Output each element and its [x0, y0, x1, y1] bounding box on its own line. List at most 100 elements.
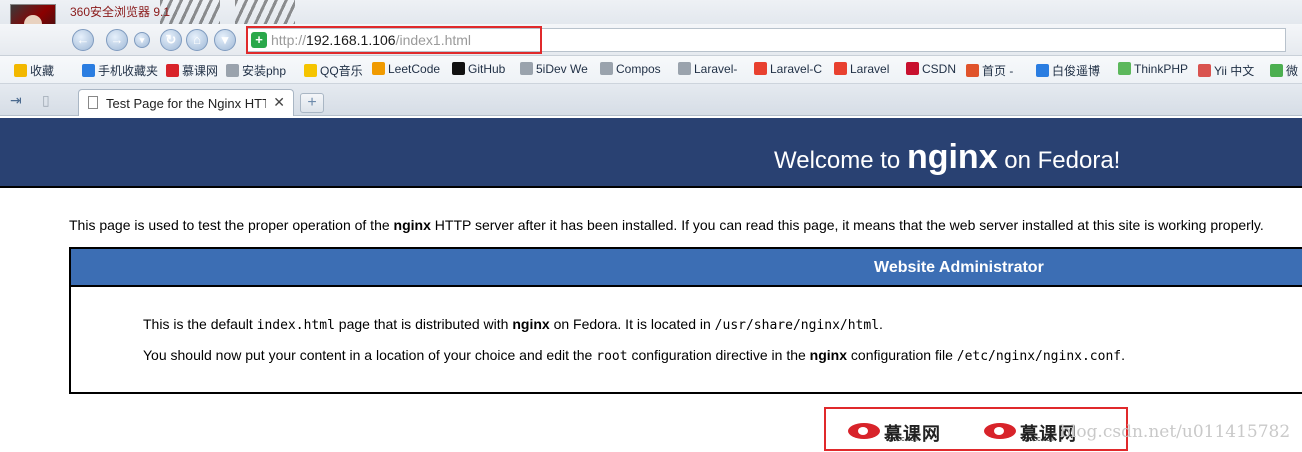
forward-arrow-icon[interactable]: →: [106, 29, 128, 51]
bookmark-icon: [166, 64, 179, 77]
bookmark-item[interactable]: 安装php: [226, 62, 286, 79]
close-icon[interactable]: ✕: [273, 94, 285, 111]
bookmark-icon: [600, 62, 613, 75]
bookmark-label: 微: [1286, 64, 1299, 78]
text: You should now put your content in a loc…: [143, 347, 597, 363]
watermark: blog.csdn.net/u011415782: [1060, 422, 1291, 442]
trash-icon[interactable]: ▯: [42, 92, 50, 109]
bookmark-icon: [1198, 64, 1211, 77]
code-text: /etc/nginx/nginx.conf: [956, 349, 1122, 364]
browser-title-bar: 360安全浏览器 9.1: [0, 0, 1302, 24]
title-prefix: Welcome to: [774, 147, 907, 174]
text: .: [1121, 347, 1126, 363]
admin-box-title: Website Administrator: [874, 259, 1044, 276]
bookmarks-bar: 收藏 手机收藏夹 慕课网 安装php QQ音乐 LeetCode GitHub 5iDev W…: [0, 56, 1302, 84]
bookmark-label: 手机收藏夹: [98, 64, 159, 78]
new-tab-button[interactable]: +: [300, 93, 324, 113]
tab-active[interactable]: Test Page for the Nginx HTTP Server on F…: [78, 89, 294, 116]
bookmark-item[interactable]: ThinkPHP: [1118, 62, 1188, 76]
bookmark-item[interactable]: Laravel-: [678, 62, 737, 76]
admin-paragraph-1: This is the default index.html page that…: [143, 316, 883, 333]
bookmark-item[interactable]: 慕课网: [166, 62, 218, 79]
bookmark-label: CSDN: [922, 62, 957, 76]
tab-bar: ⇥ ▯ Test Page for the Nginx HTTP Server …: [0, 84, 1302, 116]
text: on Fedora. It is located in: [549, 316, 715, 332]
back-arrow-icon[interactable]: ←: [72, 29, 94, 51]
bookmark-item[interactable]: QQ音乐: [304, 62, 363, 79]
intro-paragraph: This page is used to test the proper ope…: [69, 217, 1264, 233]
bookmark-item[interactable]: 收藏: [14, 62, 54, 79]
bookmark-item[interactable]: LeetCode: [372, 62, 440, 76]
code-text: index.html: [256, 318, 335, 333]
page-icon: [88, 96, 98, 109]
imooc-logo-mark: [984, 423, 1016, 439]
bookmark-label: LeetCode: [388, 62, 441, 76]
bookmark-item[interactable]: 首页 -: [966, 62, 1013, 79]
bookmark-label: 收藏: [30, 64, 55, 78]
code-text: root: [596, 349, 628, 364]
bookmark-label: 白俊遥博: [1052, 64, 1101, 78]
title-suffix: on Fedora!: [997, 147, 1121, 174]
bookmark-item[interactable]: Laravel-C: [754, 62, 822, 76]
bookmark-label: 安装php: [242, 64, 287, 78]
bookmark-item[interactable]: Laravel: [834, 62, 889, 76]
bookmark-icon: [226, 64, 239, 77]
code-text: /usr/share/nginx/html: [714, 318, 880, 333]
bookmark-icon: [834, 62, 847, 75]
address-highlight: [246, 26, 542, 54]
bookmark-label: 首页 -: [982, 64, 1014, 78]
bookmark-icon: [678, 62, 691, 75]
bookmark-icon: [372, 62, 385, 75]
bookmark-item[interactable]: GitHub: [452, 62, 505, 76]
bold-text: nginx: [393, 217, 431, 233]
text: configuration directive in the: [627, 347, 810, 363]
sidebar-toggle-icon[interactable]: ⇥: [10, 92, 22, 109]
page-header: Welcome to nginx on Fedora!: [0, 118, 1302, 188]
tab-title: Test Page for the Nginx HTTP Server on F…: [106, 96, 266, 111]
bookmark-icon: [14, 64, 27, 77]
app-title: 360安全浏览器 9.1: [70, 5, 171, 19]
bookmark-label: Compos: [616, 62, 661, 76]
dropdown-icon[interactable]: ▾: [134, 32, 150, 48]
logo-subtext: imooc.com: [1022, 436, 1056, 443]
admin-box-header: Website Administrator: [71, 249, 1302, 287]
page-title: Welcome to nginx on Fedora!: [774, 138, 1120, 177]
bookmark-label: Laravel: [850, 62, 890, 76]
refresh-icon[interactable]: ↻: [160, 29, 182, 51]
bookmark-icon: [82, 64, 95, 77]
bookmark-icon: [966, 64, 979, 77]
skin-decoration: [235, 0, 295, 24]
bookmark-item[interactable]: Yii 中文: [1198, 62, 1254, 79]
bookmark-label: 5iDev We: [536, 62, 588, 76]
home-icon[interactable]: ⌂: [186, 29, 208, 51]
bookmark-item[interactable]: 白俊遥博: [1036, 62, 1100, 79]
bookmark-item[interactable]: 微: [1270, 62, 1298, 79]
title-brand: nginx: [906, 138, 998, 176]
logo-subtext: imooc.com: [886, 436, 920, 443]
bookmark-item[interactable]: 手机收藏夹: [82, 62, 158, 79]
bookmark-label: Laravel-C: [770, 62, 823, 76]
text: HTTP server after it has been installed.…: [430, 217, 1264, 233]
bookmark-icon: [1270, 64, 1283, 77]
text: This is the default: [143, 316, 257, 332]
navigation-bar: ← → ▾ ↻ ⌂ ▾ + http://192.168.1.106/index…: [0, 24, 1302, 56]
text: .: [879, 316, 883, 332]
bookmark-item[interactable]: 5iDev We: [520, 62, 588, 76]
bookmark-icon: [452, 62, 465, 75]
bold-text: nginx: [512, 316, 550, 332]
bookmark-item[interactable]: CSDN: [906, 62, 956, 76]
admin-paragraph-2: You should now put your content in a loc…: [143, 347, 1125, 364]
dropdown-icon[interactable]: ▾: [214, 29, 236, 51]
bookmark-label: 慕课网: [182, 64, 219, 78]
bookmark-icon: [906, 62, 919, 75]
admin-box: Website Administrator This is the defaul…: [69, 247, 1302, 394]
bookmark-label: Yii 中文: [1214, 64, 1255, 78]
bookmark-item[interactable]: Compos: [600, 62, 661, 76]
bookmark-icon: [520, 62, 533, 75]
bookmark-icon: [1036, 64, 1049, 77]
text: This page is used to test the proper ope…: [69, 217, 394, 233]
text: page that is distributed with: [334, 316, 513, 332]
bookmark-label: GitHub: [468, 62, 506, 76]
bookmark-icon: [1118, 62, 1131, 75]
bookmark-label: QQ音乐: [320, 64, 363, 78]
